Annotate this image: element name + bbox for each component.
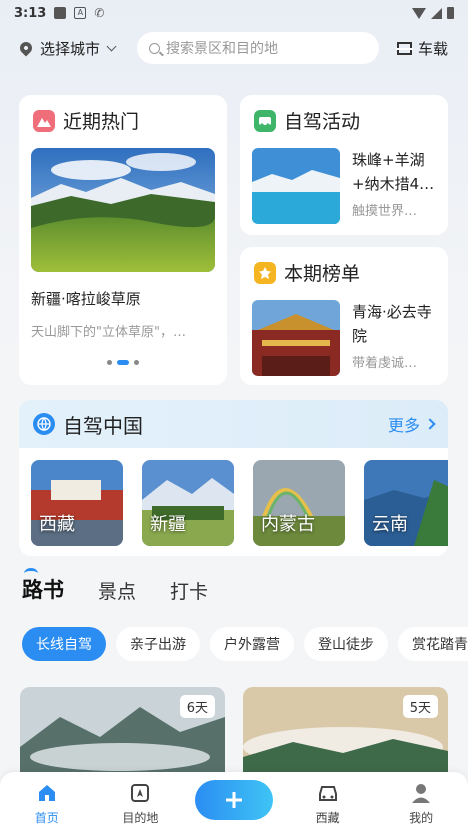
search-input[interactable]: 搜索景区和目的地 xyxy=(137,32,380,64)
nav-mine-label: 我的 xyxy=(409,811,434,825)
nav-mine[interactable]: 我的 xyxy=(386,781,456,826)
hot-image xyxy=(31,148,215,272)
nav-tibet-label: 西藏 xyxy=(315,811,340,825)
chevron-right-icon xyxy=(424,418,436,430)
wifi-icon xyxy=(412,7,426,19)
nav-destination[interactable]: 目的地 xyxy=(105,781,175,826)
user-icon xyxy=(409,781,433,805)
nav-destination-label: 目的地 xyxy=(122,811,159,825)
carousel-dot xyxy=(107,360,112,365)
car-icon xyxy=(316,781,340,805)
destination-icon xyxy=(128,781,152,805)
carousel-dot-active xyxy=(117,360,129,365)
tab-roadbook[interactable]: 路书 xyxy=(22,568,64,604)
region-yunnan[interactable]: 云南 xyxy=(364,460,448,546)
top-header: 选择城市 搜索景区和目的地 车载 xyxy=(0,32,468,64)
ranking-name: 青海·必去寺院 xyxy=(352,303,432,345)
nav-home[interactable]: 首页 xyxy=(12,781,82,826)
tab-scenic-spots[interactable]: 景点 xyxy=(98,577,136,604)
globe-icon xyxy=(33,413,55,435)
mountain-icon xyxy=(33,109,55,132)
hot-name: 新疆·喀拉峻草原 xyxy=(31,290,141,308)
ranking-title-row: 本期榜单 xyxy=(254,259,436,286)
hot-title-row: 近期热门 xyxy=(33,107,215,134)
search-icon xyxy=(149,42,161,54)
ranking-card[interactable]: 本期榜单 青海·必去寺院 带着虔诚… xyxy=(240,247,448,385)
carousel-indicator xyxy=(19,360,227,365)
activity-title: 自驾活动 xyxy=(284,111,361,133)
activity-image xyxy=(252,148,340,224)
car-icon xyxy=(254,109,276,132)
chevron-down-icon xyxy=(106,41,117,51)
more-link[interactable]: 更多 xyxy=(387,412,436,436)
ranking-text: 青海·必去寺院 带着虔诚… xyxy=(352,300,436,376)
hot-title: 近期热门 xyxy=(63,111,140,133)
region-label: 新疆 xyxy=(150,514,186,535)
more-label: 更多 xyxy=(387,416,420,435)
app-a-icon: A xyxy=(74,7,87,19)
city-selector[interactable]: 选择城市 xyxy=(17,38,117,59)
region-label: 西藏 xyxy=(39,514,75,535)
ranking-item[interactable]: 青海·必去寺院 带着虔诚… xyxy=(252,300,436,376)
region-label: 云南 xyxy=(372,514,408,535)
notification-icon xyxy=(54,7,67,19)
chip-family-trip[interactable]: 亲子出游 xyxy=(116,627,200,661)
days-badge: 5天 xyxy=(402,695,438,718)
self-drive-china-card: 自驾中国 更多 西藏 新疆 内蒙古 云南 xyxy=(19,400,448,556)
tab-checkin[interactable]: 打卡 xyxy=(170,577,208,604)
china-title: 自驾中国 xyxy=(63,413,143,438)
garage-button[interactable]: 车载 xyxy=(395,38,448,59)
ranking-image xyxy=(252,300,340,376)
city-label: 选择城市 xyxy=(40,39,101,58)
region-list: 西藏 新疆 内蒙古 云南 xyxy=(19,448,448,556)
search-placeholder: 搜索景区和目的地 xyxy=(166,41,279,57)
ranking-desc: 带着虔诚… xyxy=(352,356,418,371)
nav-home-label: 首页 xyxy=(34,811,59,825)
days-badge: 6天 xyxy=(179,695,215,718)
plus-icon xyxy=(225,792,242,808)
activity-card[interactable]: 自驾活动 珠峰+羊湖+纳木措4… 触摸世界… xyxy=(240,95,448,235)
region-tibet[interactable]: 西藏 xyxy=(31,460,123,546)
china-title-row: 自驾中国 xyxy=(33,410,143,439)
signal-icon xyxy=(431,7,442,19)
chip-long-drive[interactable]: 长线自驾 xyxy=(22,627,106,661)
app-notify-icon: ✆ xyxy=(94,6,105,20)
category-chips: 长线自驾 亲子出游 户外露营 登山徒步 赏花踏青 xyxy=(22,627,468,661)
chip-camping[interactable]: 户外露营 xyxy=(210,627,294,661)
nav-tibet[interactable]: 西藏 xyxy=(293,781,363,826)
ranking-title: 本期榜单 xyxy=(284,263,361,285)
location-pin-icon xyxy=(17,39,35,57)
region-inner-mongolia[interactable]: 内蒙古 xyxy=(253,460,345,546)
garage-label: 车载 xyxy=(417,39,448,58)
region-xinjiang[interactable]: 新疆 xyxy=(142,460,234,546)
battery-icon xyxy=(447,7,454,19)
carousel-dot xyxy=(134,360,139,365)
activity-desc: 触摸世界… xyxy=(352,204,418,219)
scan-icon xyxy=(395,41,413,55)
nav-create[interactable] xyxy=(194,780,273,826)
trophy-icon xyxy=(254,261,276,284)
chip-hiking[interactable]: 登山徒步 xyxy=(304,627,388,661)
bottom-nav: 首页 目的地 西藏 我的 xyxy=(0,772,468,832)
activity-item[interactable]: 珠峰+羊湖+纳木措4… 触摸世界… xyxy=(252,148,436,224)
add-button[interactable] xyxy=(194,780,273,820)
region-label: 内蒙古 xyxy=(261,514,315,535)
hot-desc: 天山脚下的"立体草原"，… xyxy=(31,325,186,340)
content-tabs: 路书 景点 打卡 xyxy=(22,568,208,604)
home-icon xyxy=(35,781,59,805)
china-header: 自驾中国 更多 xyxy=(19,400,448,448)
chip-flowers[interactable]: 赏花踏青 xyxy=(398,627,468,661)
hot-card[interactable]: 近期热门 新疆·喀拉峻草原 天山脚下的"立体草原"，… xyxy=(19,95,227,385)
status-time: 3:13 xyxy=(14,5,47,21)
status-bar: 3:13 A ✆ xyxy=(0,0,468,26)
activity-text: 珠峰+羊湖+纳木措4… 触摸世界… xyxy=(352,148,436,224)
activity-name: 珠峰+羊湖+纳木措4… xyxy=(352,151,435,193)
activity-title-row: 自驾活动 xyxy=(254,107,436,134)
